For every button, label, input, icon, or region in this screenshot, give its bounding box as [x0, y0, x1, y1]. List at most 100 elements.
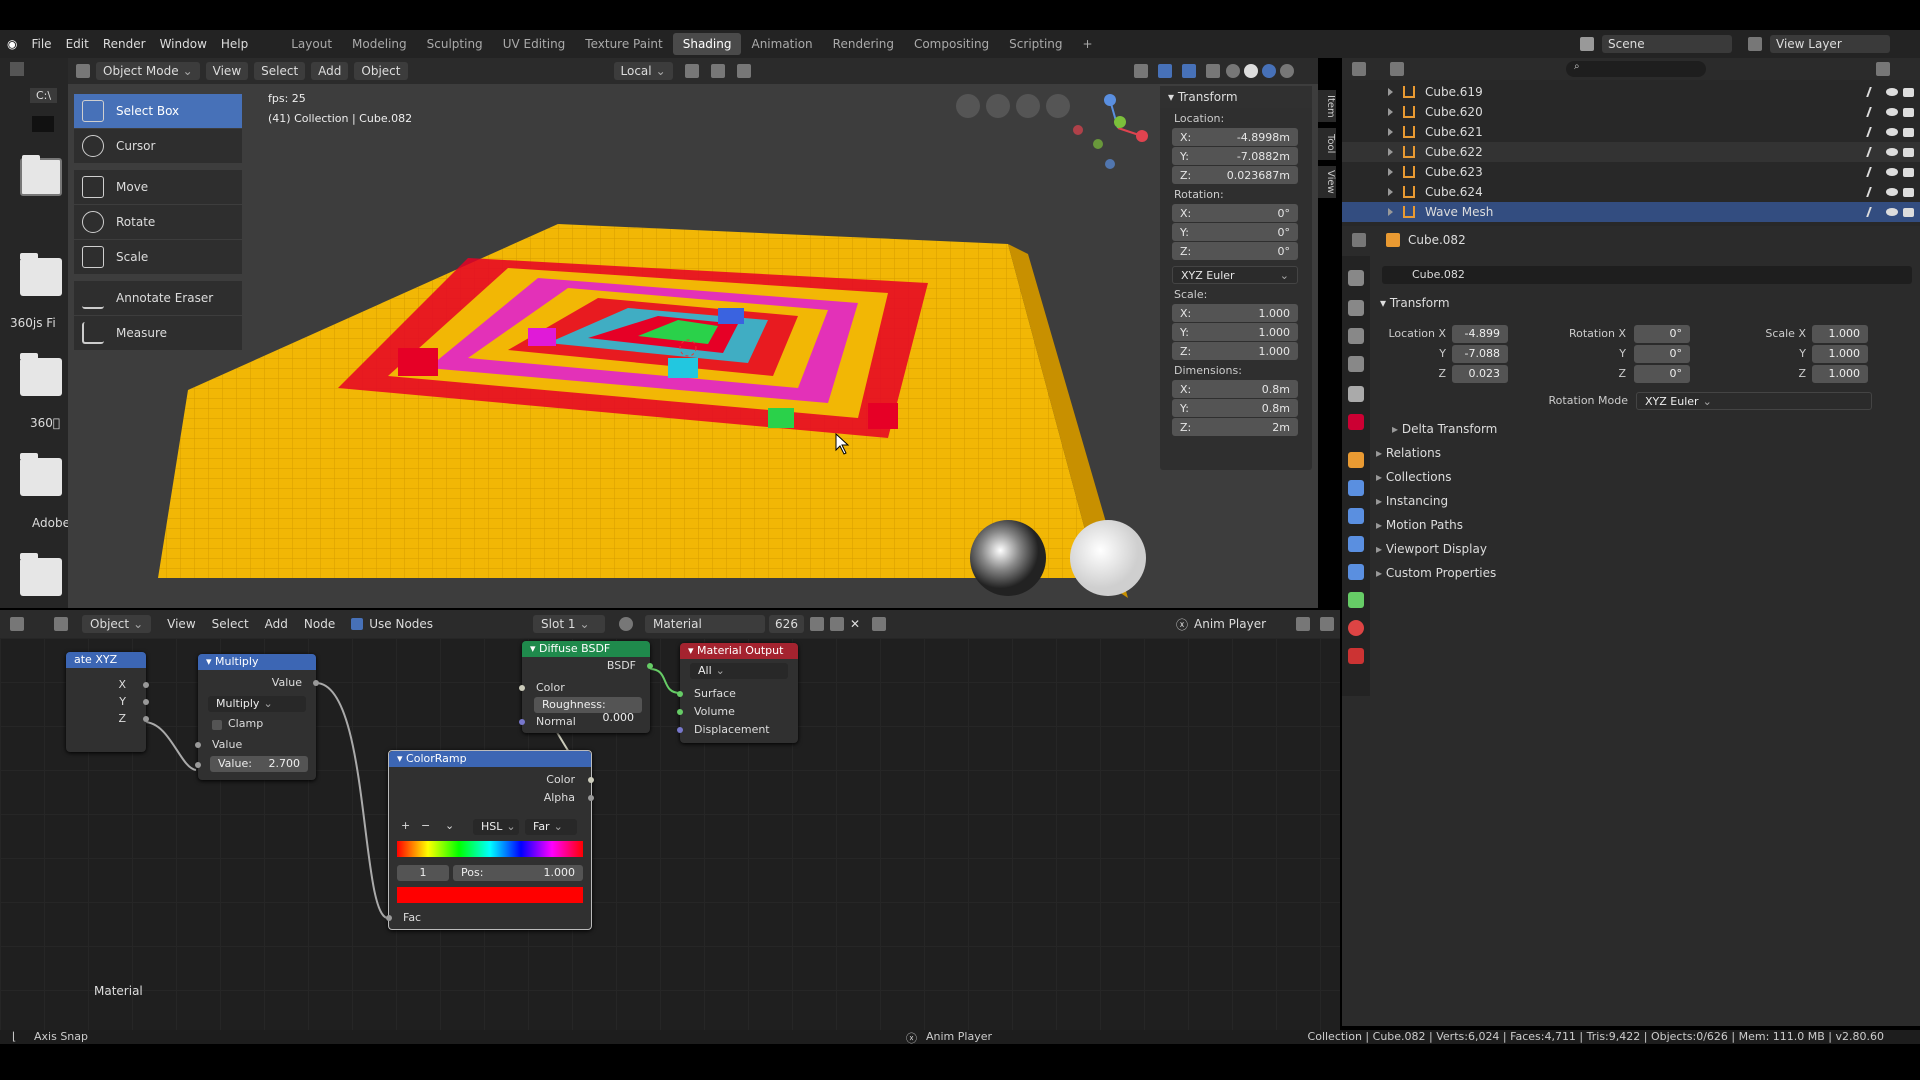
- eye-icon[interactable]: [1886, 188, 1898, 196]
- proportional-edit-icon[interactable]: [736, 64, 751, 78]
- menu-window[interactable]: Window: [153, 37, 214, 51]
- rotation-y-field[interactable]: 0°: [1634, 345, 1690, 363]
- outliner-row[interactable]: Cube.622: [1342, 142, 1920, 162]
- tab-sculpting[interactable]: Sculpting: [417, 33, 493, 55]
- menu-file[interactable]: File: [24, 37, 58, 51]
- tool-annotate-eraser[interactable]: Annotate Eraser: [74, 281, 242, 315]
- render-tab-icon[interactable]: [1348, 300, 1364, 316]
- expand-icon[interactable]: [1388, 108, 1393, 116]
- tab-scripting[interactable]: Scripting: [999, 33, 1072, 55]
- dimensions-x-field[interactable]: X: 0.8m: [1172, 380, 1298, 398]
- node-menu-view[interactable]: View: [167, 617, 195, 631]
- node-menu-select[interactable]: Select: [212, 617, 249, 631]
- stop-color-swatch[interactable]: [397, 887, 583, 903]
- fake-user-icon[interactable]: [809, 617, 824, 631]
- physics-tab-icon[interactable]: [1348, 536, 1364, 552]
- tab-texture-paint[interactable]: Texture Paint: [575, 33, 672, 55]
- data-tab-icon[interactable]: [1348, 592, 1364, 608]
- visibility-icon[interactable]: [1134, 64, 1148, 78]
- scene-tab-icon[interactable]: [1348, 386, 1364, 402]
- color-mode-dropdown[interactable]: HSL: [473, 819, 519, 835]
- pin-icon[interactable]: [872, 617, 887, 631]
- scale-z-field[interactable]: 1.000: [1812, 365, 1868, 383]
- rotation-mode-dropdown[interactable]: XYZ Euler: [1172, 266, 1298, 284]
- view-layer-tab-icon[interactable]: [1348, 356, 1364, 372]
- rotation-x-field[interactable]: 0°: [1634, 325, 1690, 343]
- scale-x-field[interactable]: 1.000: [1812, 325, 1868, 343]
- viewport-display-section[interactable]: Viewport Display: [1376, 542, 1487, 556]
- rotation-mode-dropdown[interactable]: XYZ Euler: [1636, 392, 1872, 410]
- tool-move[interactable]: Move: [74, 170, 242, 204]
- expand-icon[interactable]: [1388, 168, 1393, 176]
- viewport-menu-add[interactable]: Add: [311, 62, 349, 80]
- delta-transform-section[interactable]: Delta Transform: [1392, 422, 1498, 436]
- menu-edit[interactable]: Edit: [59, 37, 96, 51]
- select-icon[interactable]: [1866, 87, 1880, 97]
- select-icon[interactable]: [1866, 127, 1880, 137]
- outliner-row[interactable]: Cube.624: [1342, 182, 1920, 202]
- color-ramp-gradient[interactable]: [397, 841, 583, 857]
- shader-type-icon[interactable]: [54, 617, 68, 631]
- select-icon[interactable]: [1866, 107, 1880, 117]
- texture-tab-icon[interactable]: [1348, 648, 1364, 664]
- viewport-menu-object[interactable]: Object: [354, 62, 408, 80]
- expand-icon[interactable]: [1388, 208, 1393, 216]
- camera-icon[interactable]: [1903, 127, 1914, 137]
- target-dropdown[interactable]: All: [690, 663, 788, 679]
- transform-panel-title[interactable]: ▾ Transform: [1160, 86, 1312, 108]
- outliner-row[interactable]: Cube.619: [1342, 82, 1920, 102]
- viewport-menu-view[interactable]: View: [205, 62, 249, 80]
- select-icon[interactable]: [1866, 207, 1880, 217]
- close-icon[interactable]: ✕: [850, 617, 860, 631]
- slot-dropdown[interactable]: Slot 1: [533, 615, 606, 633]
- wireframe-shading-icon[interactable]: [1226, 64, 1240, 78]
- output-socket[interactable]: [313, 680, 319, 686]
- tab-modeling[interactable]: Modeling: [342, 33, 417, 55]
- rotation-x-field[interactable]: X: 0°: [1172, 204, 1298, 222]
- folder-icon[interactable]: [20, 253, 62, 296]
- outliner-row[interactable]: Cube.620: [1342, 102, 1920, 122]
- tab-uv-editing[interactable]: UV Editing: [493, 33, 576, 55]
- camera-icon[interactable]: [1903, 147, 1914, 157]
- editor-type-icon[interactable]: [10, 62, 24, 76]
- editor-type-icon[interactable]: [76, 64, 90, 78]
- duplicate-icon[interactable]: [829, 617, 844, 631]
- rotation-z-field[interactable]: Z: 0°: [1172, 242, 1298, 260]
- input-socket[interactable]: [677, 691, 683, 697]
- dimensions-y-field[interactable]: Y: 0.8m: [1172, 399, 1298, 417]
- input-socket[interactable]: [519, 685, 525, 691]
- tool-select-box[interactable]: Select Box: [74, 94, 242, 128]
- path-field[interactable]: C:\: [30, 88, 58, 103]
- expand-icon[interactable]: [1388, 188, 1393, 196]
- material-name-field[interactable]: Material: [645, 615, 766, 633]
- select-icon[interactable]: [1866, 167, 1880, 177]
- tab-layout[interactable]: Layout: [281, 33, 342, 55]
- sidebar-tab-tool[interactable]: Tool: [1318, 128, 1336, 160]
- node-menu-add[interactable]: Add: [265, 617, 288, 631]
- output-socket[interactable]: [588, 795, 594, 801]
- tool-cursor[interactable]: Cursor: [74, 129, 242, 163]
- stop-index-field[interactable]: 1: [397, 865, 449, 881]
- custom-properties-section[interactable]: Custom Properties: [1376, 566, 1496, 580]
- select-icon[interactable]: [1866, 147, 1880, 157]
- location-z-field[interactable]: 0.023: [1452, 365, 1508, 383]
- eye-icon[interactable]: [1886, 128, 1898, 136]
- tool-scale[interactable]: Scale: [74, 240, 242, 274]
- select-icon[interactable]: [1866, 187, 1880, 197]
- scale-z-field[interactable]: Z: 1.000: [1172, 342, 1298, 360]
- particles-tab-icon[interactable]: [1348, 508, 1364, 524]
- parent-node-icon[interactable]: [1296, 617, 1311, 631]
- material-browse-icon[interactable]: [619, 617, 634, 631]
- transform-section[interactable]: ▾ Transform: [1380, 296, 1450, 310]
- material-output-node[interactable]: ▾ Material Output All Surface Volume Dis…: [677, 643, 798, 743]
- display-mode-icon[interactable]: [1390, 62, 1404, 76]
- rendered-shading-icon[interactable]: [1280, 64, 1294, 78]
- object-tab-icon[interactable]: [1348, 452, 1364, 468]
- eye-icon[interactable]: [1886, 208, 1898, 216]
- colorramp-node[interactable]: ▾ ColorRamp Color Alpha + − ⌄ HSL Far 1 …: [386, 750, 594, 930]
- relations-section[interactable]: Relations: [1376, 446, 1441, 460]
- input-socket[interactable]: [519, 719, 525, 725]
- instancing-section[interactable]: Instancing: [1376, 494, 1448, 508]
- object-name-field[interactable]: Cube.082: [1382, 266, 1912, 284]
- scene-name[interactable]: Scene: [1602, 35, 1732, 53]
